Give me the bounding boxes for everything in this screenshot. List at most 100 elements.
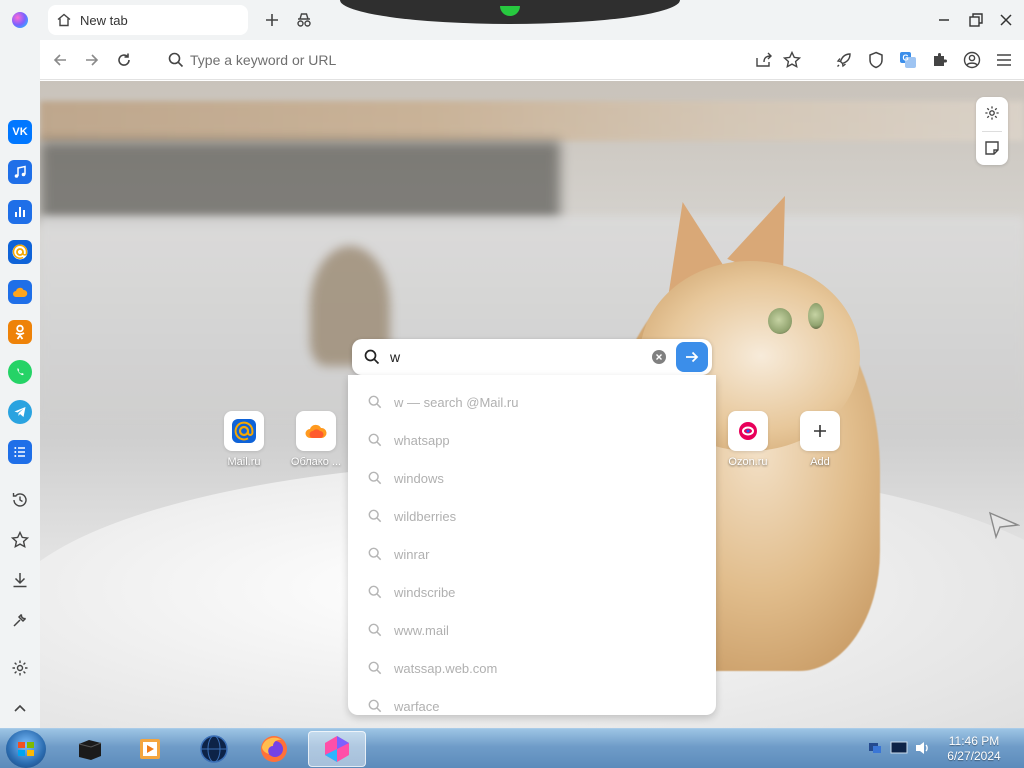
wallpaper-shelf bbox=[40, 101, 1024, 141]
profile-button[interactable] bbox=[962, 50, 982, 70]
search-box[interactable] bbox=[352, 339, 712, 375]
music-app-icon[interactable] bbox=[8, 160, 32, 184]
tile-label: Ozon.ru bbox=[728, 456, 768, 468]
translate-button[interactable]: G bbox=[898, 50, 918, 70]
firefox-icon bbox=[261, 736, 287, 762]
search-icon bbox=[368, 433, 382, 447]
chevron-up-icon bbox=[14, 704, 26, 712]
mail-app-icon[interactable] bbox=[8, 240, 32, 264]
favorites-button[interactable] bbox=[9, 529, 31, 551]
arrow-left-icon bbox=[53, 54, 66, 66]
share-button[interactable] bbox=[754, 50, 774, 70]
menu-button[interactable] bbox=[994, 50, 1014, 70]
page-settings-button[interactable] bbox=[982, 103, 1002, 123]
taskbar-app-browser[interactable] bbox=[308, 731, 366, 767]
speed-dial-add[interactable]: Add bbox=[785, 411, 855, 468]
tray-volume-icon[interactable] bbox=[914, 739, 932, 757]
stats-app-icon[interactable] bbox=[8, 200, 32, 224]
extensions-button[interactable] bbox=[930, 50, 950, 70]
search-suggestions: w — search @Mail.ru whatsapp windows wil… bbox=[348, 375, 716, 715]
new-tab-button[interactable] bbox=[262, 10, 282, 30]
suggestion-text: windscribe bbox=[394, 584, 456, 600]
settings-button[interactable] bbox=[9, 657, 31, 679]
taskbar: 11:46 PM 6/27/2024 bbox=[0, 728, 1024, 768]
tile-icon bbox=[224, 411, 264, 451]
home-icon bbox=[57, 13, 71, 27]
taskbar-clock[interactable]: 11:46 PM 6/27/2024 bbox=[940, 734, 1008, 764]
tools-button[interactable] bbox=[9, 609, 31, 631]
history-button[interactable] bbox=[9, 489, 31, 511]
notes-button[interactable] bbox=[982, 138, 1002, 158]
suggestion-item[interactable]: whatsapp bbox=[348, 421, 716, 459]
bookmark-button[interactable] bbox=[782, 50, 802, 70]
restore-button[interactable] bbox=[966, 10, 986, 30]
address-bar[interactable] bbox=[164, 46, 744, 74]
suggestion-item[interactable]: w — search @Mail.ru bbox=[348, 383, 716, 421]
browser-hexagon-icon bbox=[325, 736, 349, 762]
telegram-app-icon[interactable] bbox=[8, 400, 32, 424]
windows-logo-icon bbox=[18, 742, 34, 756]
star-icon bbox=[783, 51, 801, 69]
taskbar-app-firefox[interactable] bbox=[250, 731, 298, 767]
suggestion-text: wildberries bbox=[394, 508, 457, 524]
ok-app-icon[interactable] bbox=[8, 320, 32, 344]
taskbar-app-globe[interactable] bbox=[190, 731, 238, 767]
translate-icon: G bbox=[900, 52, 916, 68]
forward-button[interactable] bbox=[82, 50, 102, 70]
minimize-button[interactable] bbox=[934, 10, 954, 30]
suggestion-text: warface bbox=[394, 698, 440, 714]
suggestion-item[interactable]: www.mail bbox=[348, 611, 716, 649]
search-icon bbox=[368, 661, 382, 675]
back-button[interactable] bbox=[50, 50, 70, 70]
mail-ru-icon bbox=[232, 419, 256, 443]
cloud-app-icon[interactable] bbox=[8, 280, 32, 304]
search-icon bbox=[364, 349, 380, 365]
taskbar-app-media-player[interactable] bbox=[126, 731, 174, 767]
wallpaper-shadow bbox=[40, 141, 560, 221]
clear-search-button[interactable] bbox=[652, 350, 666, 364]
wrench-icon bbox=[13, 613, 27, 627]
incognito-button[interactable] bbox=[294, 10, 314, 30]
address-input[interactable] bbox=[190, 52, 690, 68]
toolbar: G bbox=[40, 40, 1024, 80]
boost-button[interactable] bbox=[834, 50, 854, 70]
top-notch bbox=[340, 0, 680, 24]
suggestion-item[interactable]: windscribe bbox=[348, 573, 716, 611]
suggestion-text: watssap.web.com bbox=[394, 660, 498, 676]
search-icon bbox=[368, 509, 382, 523]
suggestion-item[interactable]: watssap.web.com bbox=[348, 649, 716, 687]
search-submit-button[interactable] bbox=[676, 342, 708, 372]
close-button[interactable] bbox=[996, 10, 1016, 30]
search-input[interactable] bbox=[390, 349, 640, 365]
send-icon[interactable] bbox=[988, 511, 1020, 539]
speed-dial-cloud[interactable]: Облако ... bbox=[281, 411, 351, 468]
collapse-sidebar-button[interactable] bbox=[9, 697, 31, 719]
start-button[interactable] bbox=[6, 730, 46, 768]
suggestion-item[interactable]: wildberries bbox=[348, 497, 716, 535]
puzzle-icon bbox=[934, 53, 947, 66]
suggestion-text: windows bbox=[394, 470, 444, 486]
suggestion-item[interactable]: winrar bbox=[348, 535, 716, 573]
list-app-icon[interactable] bbox=[8, 440, 32, 464]
speed-dial-mail[interactable]: Mail.ru bbox=[209, 411, 279, 468]
browser-logo-icon[interactable] bbox=[12, 12, 28, 28]
minimize-icon bbox=[939, 19, 949, 21]
tile-label: Mail.ru bbox=[227, 456, 261, 468]
tray-display-icon[interactable] bbox=[890, 739, 908, 757]
tab-new-tab[interactable]: New tab bbox=[48, 5, 248, 35]
protection-button[interactable] bbox=[866, 50, 886, 70]
taskbar-app-terminal[interactable] bbox=[66, 731, 114, 767]
suggestion-item[interactable]: windows bbox=[348, 459, 716, 497]
whatsapp-app-icon[interactable] bbox=[8, 360, 32, 384]
suggestion-item[interactable]: warface bbox=[348, 687, 716, 715]
tile-label: Облако ... bbox=[290, 456, 342, 468]
downloads-button[interactable] bbox=[9, 569, 31, 591]
share-icon bbox=[756, 52, 772, 67]
vk-app-icon[interactable]: VK bbox=[8, 120, 32, 144]
reload-button[interactable] bbox=[114, 50, 134, 70]
star-icon bbox=[11, 531, 29, 549]
speed-dial-ozon[interactable]: Ozon.ru bbox=[713, 411, 783, 468]
search-icon bbox=[368, 699, 382, 713]
profile-icon bbox=[963, 51, 981, 69]
tray-network-icon[interactable] bbox=[866, 739, 884, 757]
